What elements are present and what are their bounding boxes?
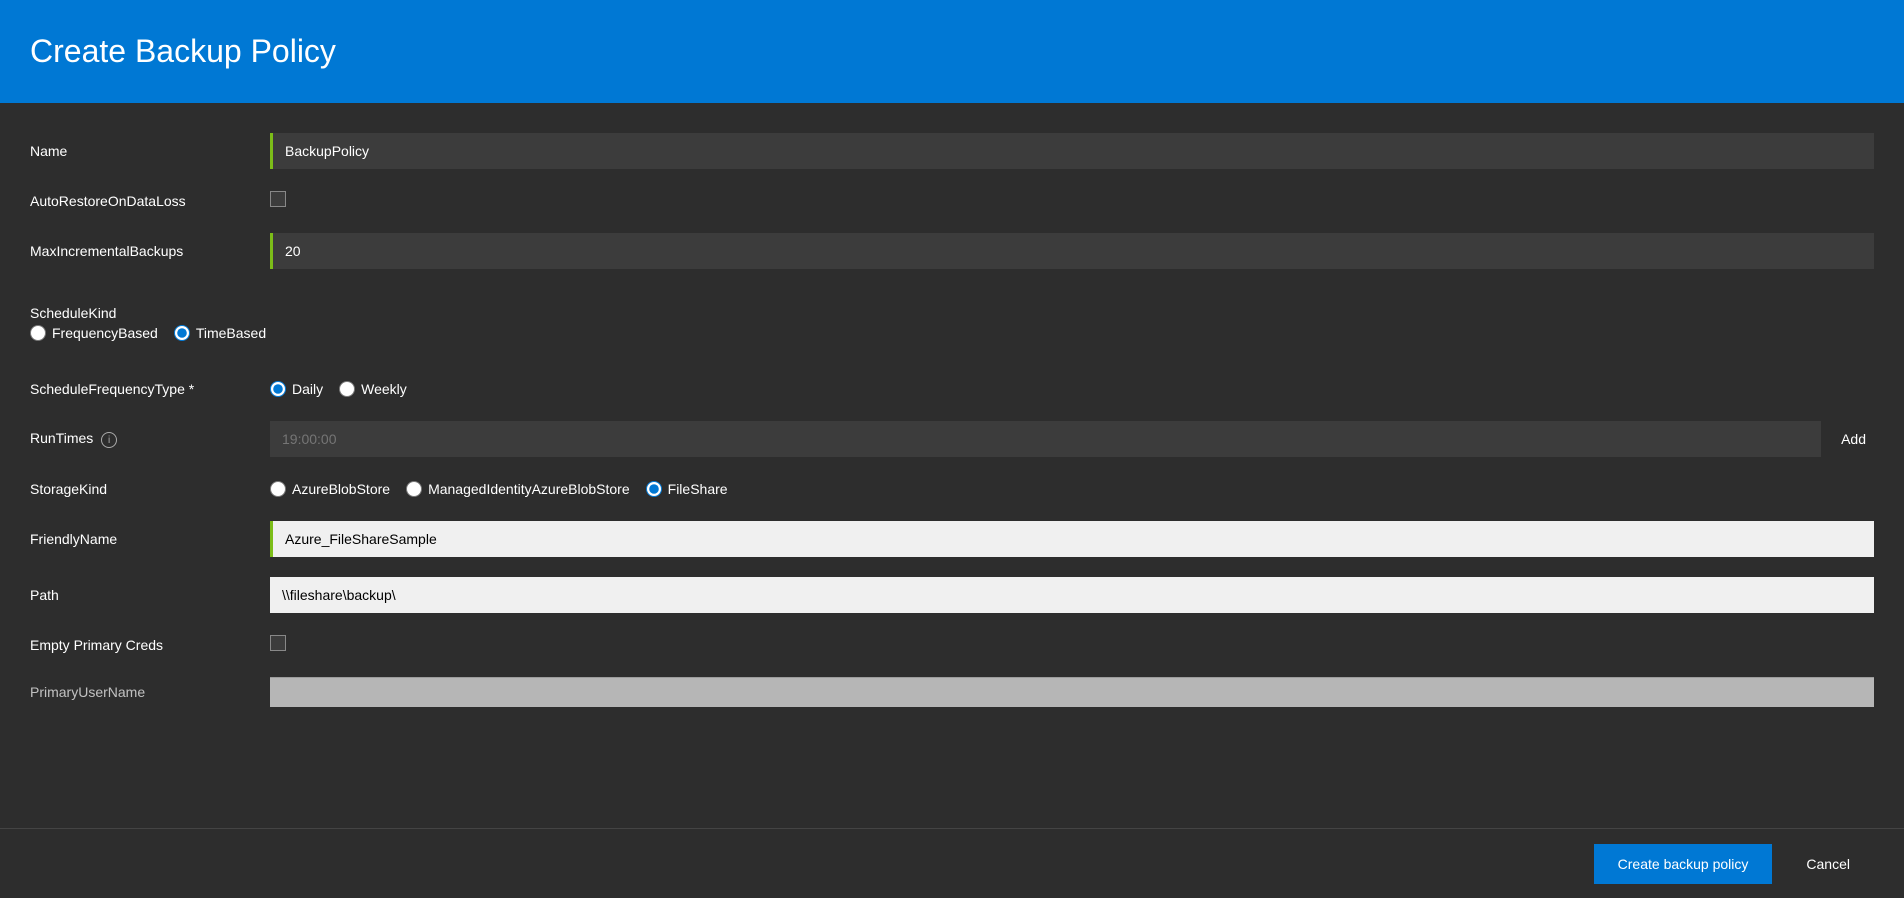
schedule-kind-time-option[interactable]: TimeBased: [174, 325, 266, 341]
empty-primary-creds-row: Empty Primary Creds: [30, 623, 1874, 667]
storage-kind-control: AzureBlobStore ManagedIdentityAzureBlobS…: [270, 481, 1874, 497]
path-label: Path: [30, 587, 270, 603]
runtimes-control: Add: [270, 421, 1874, 457]
schedule-frequency-radio-group: Daily Weekly: [270, 381, 1874, 397]
storage-fileshare-label: FileShare: [668, 481, 728, 497]
path-input[interactable]: [270, 577, 1874, 613]
path-row: Path: [30, 567, 1874, 623]
page-title: Create Backup Policy: [30, 33, 336, 70]
name-row: Name: [30, 123, 1874, 179]
max-incremental-control: [270, 233, 1874, 269]
runtimes-add-button[interactable]: Add: [1833, 427, 1874, 451]
runtimes-label: RunTimes i: [30, 430, 270, 449]
auto-restore-checkbox[interactable]: [270, 191, 286, 207]
runtimes-row: RunTimes i Add: [30, 411, 1874, 467]
max-incremental-row: MaxIncrementalBackups: [30, 223, 1874, 279]
friendly-name-row: FriendlyName: [30, 511, 1874, 567]
runtimes-info-icon[interactable]: i: [101, 432, 117, 448]
schedule-freq-daily-label: Daily: [292, 381, 323, 397]
name-input[interactable]: [270, 133, 1874, 169]
schedule-kind-frequency-label: FrequencyBased: [52, 325, 158, 341]
schedule-kind-section: ScheduleKind FrequencyBased TimeBased: [30, 295, 1874, 351]
runtimes-input-row: Add: [270, 421, 1874, 457]
schedule-frequency-row: ScheduleFrequencyType * Daily Weekly: [30, 367, 1874, 411]
max-incremental-label: MaxIncrementalBackups: [30, 243, 270, 259]
storage-kind-radio-group: AzureBlobStore ManagedIdentityAzureBlobS…: [270, 481, 1874, 497]
primary-username-input-partial: [270, 677, 1874, 707]
schedule-freq-weekly-option[interactable]: Weekly: [339, 381, 407, 397]
schedule-kind-time-radio[interactable]: [174, 325, 190, 341]
storage-azure-radio[interactable]: [270, 481, 286, 497]
schedule-freq-daily-option[interactable]: Daily: [270, 381, 323, 397]
page-header: Create Backup Policy: [0, 0, 1904, 103]
schedule-freq-daily-radio[interactable]: [270, 381, 286, 397]
schedule-kind-label: ScheduleKind: [30, 305, 270, 325]
schedule-freq-weekly-radio[interactable]: [339, 381, 355, 397]
cancel-button[interactable]: Cancel: [1782, 844, 1874, 884]
name-label: Name: [30, 143, 270, 159]
primary-username-row: PrimaryUserName: [30, 667, 1874, 717]
schedule-kind-time-label: TimeBased: [196, 325, 266, 341]
auto-restore-label: AutoRestoreOnDataLoss: [30, 193, 270, 209]
auto-restore-control: [270, 191, 1874, 212]
storage-managed-radio[interactable]: [406, 481, 422, 497]
storage-kind-label: StorageKind: [30, 481, 270, 497]
empty-primary-creds-control: [270, 635, 1874, 656]
friendly-name-control: [270, 521, 1874, 557]
storage-kind-row: StorageKind AzureBlobStore ManagedIdenti…: [30, 467, 1874, 511]
friendly-name-label: FriendlyName: [30, 531, 270, 547]
storage-fileshare-radio[interactable]: [646, 481, 662, 497]
primary-username-label: PrimaryUserName: [30, 684, 270, 700]
schedule-kind-radio-group: FrequencyBased TimeBased: [30, 325, 266, 341]
create-backup-policy-button[interactable]: Create backup policy: [1594, 844, 1773, 884]
name-control: [270, 133, 1874, 169]
storage-managed-option[interactable]: ManagedIdentityAzureBlobStore: [406, 481, 630, 497]
schedule-frequency-control: Daily Weekly: [270, 381, 1874, 397]
form-container: Name AutoRestoreOnDataLoss MaxIncrementa…: [0, 103, 1904, 828]
schedule-kind-frequency-radio[interactable]: [30, 325, 46, 341]
footer: Create backup policy Cancel: [0, 828, 1904, 898]
schedule-kind-frequency-option[interactable]: FrequencyBased: [30, 325, 158, 341]
primary-username-control: [270, 677, 1874, 707]
storage-azure-label: AzureBlobStore: [292, 481, 390, 497]
friendly-name-input[interactable]: [270, 521, 1874, 557]
storage-fileshare-option[interactable]: FileShare: [646, 481, 728, 497]
max-incremental-input[interactable]: [270, 233, 1874, 269]
schedule-freq-weekly-label: Weekly: [361, 381, 407, 397]
empty-primary-creds-checkbox[interactable]: [270, 635, 286, 651]
empty-primary-creds-label: Empty Primary Creds: [30, 637, 270, 653]
schedule-frequency-label: ScheduleFrequencyType *: [30, 381, 270, 397]
runtimes-input[interactable]: [270, 421, 1821, 457]
auto-restore-row: AutoRestoreOnDataLoss: [30, 179, 1874, 223]
storage-azure-option[interactable]: AzureBlobStore: [270, 481, 390, 497]
storage-managed-label: ManagedIdentityAzureBlobStore: [428, 481, 630, 497]
path-control: [270, 577, 1874, 613]
